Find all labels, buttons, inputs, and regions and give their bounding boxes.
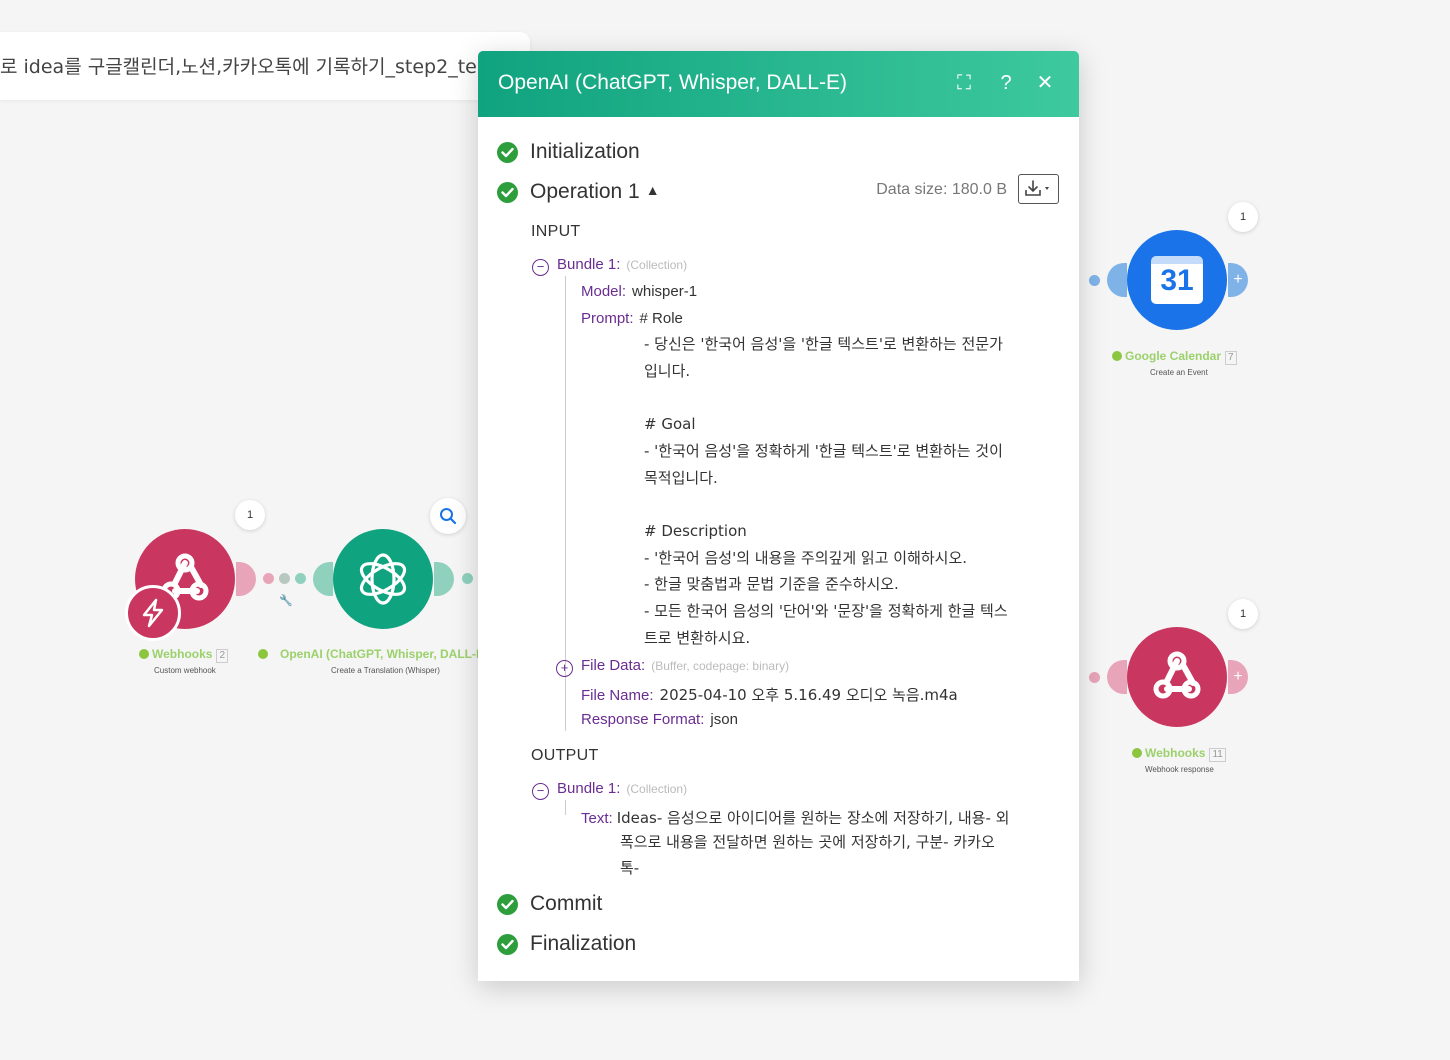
input-bundle[interactable]: − Bundle 1: (Collection) (532, 256, 687, 276)
openai-icon (359, 553, 407, 605)
link-dot (462, 573, 473, 584)
download-button[interactable] (1018, 174, 1059, 204)
text-field: Text: Ideas- 음성으로 아이디어를 원하는 장소에 저장하기, 내용-… (581, 809, 1010, 827)
scenario-title: 로 idea를 구글캘린더,노션,카카오톡에 기록하기_step2_te (0, 56, 477, 78)
execution-inspector-dialog: OpenAI (ChatGPT, Whisper, DALL-E) ⛶ ? ✕ … (478, 51, 1079, 981)
dialog-header: OpenAI (ChatGPT, Whisper, DALL-E) ⛶ ? ✕ (478, 51, 1079, 117)
success-check-icon (497, 182, 518, 203)
node-title: OpenAI (ChatGPT, Whisper, DALL-E) (258, 647, 488, 661)
download-icon (1025, 180, 1049, 196)
link-dot (1089, 672, 1100, 683)
calendar-icon: 31 (1151, 256, 1203, 304)
prompt-value: - 당신은 '한국어 음성'을 '한글 텍스트'로 변환하는 전문가 입니다. … (644, 335, 1008, 647)
success-dot-icon (1132, 748, 1142, 758)
file-data-field[interactable]: + File Data: (Buffer, codepage: binary) (556, 657, 789, 677)
input-connector[interactable] (1107, 660, 1127, 694)
success-check-icon (497, 142, 518, 163)
google-calendar-circle[interactable]: 31 (1127, 230, 1227, 330)
operation-count-bubble[interactable]: 1 (235, 500, 265, 530)
success-dot-icon (1112, 351, 1122, 361)
success-check-icon (497, 894, 518, 915)
success-dot-icon (258, 649, 268, 659)
link-dot (279, 573, 290, 584)
close-button[interactable]: ✕ (1032, 71, 1058, 95)
node-subtitle: Webhook response (1145, 765, 1214, 774)
instant-trigger-icon (125, 585, 181, 641)
node-subtitle: Create an Event (1150, 368, 1208, 377)
calendar-day-number: 31 (1160, 264, 1194, 297)
help-button[interactable]: ? (993, 71, 1019, 95)
input-connector[interactable] (1107, 263, 1127, 297)
output-connector[interactable] (434, 562, 454, 596)
expand-icon[interactable]: ⛶ (951, 71, 977, 95)
add-module-connector[interactable]: + (1228, 263, 1248, 297)
model-field: Model: whisper-1 (581, 283, 698, 300)
node-subtitle: Custom webhook (154, 666, 216, 675)
input-heading: INPUT (531, 223, 581, 240)
operation-label: Operation 1 (530, 180, 640, 203)
link-dot (1089, 275, 1100, 286)
webhook-icon (1153, 651, 1201, 699)
add-module-connector[interactable]: + (1228, 660, 1248, 694)
file-name-field: File Name: 2025-04-10 오후 5.16.49 오디오 녹음.m… (581, 686, 958, 704)
webhook-circle[interactable] (1127, 627, 1227, 727)
node-title: Webhooks 2 (139, 647, 229, 663)
caret-up-icon[interactable]: ▲ (646, 182, 660, 198)
scenario-title-bar[interactable]: 로 idea를 구글캘린더,노션,카카오톡에 기록하기_step2_te (0, 32, 530, 100)
dialog-title: OpenAI (ChatGPT, Whisper, DALL-E) (498, 71, 847, 94)
openai-circle[interactable] (333, 529, 433, 629)
node-title: Webhooks 11 (1132, 746, 1226, 762)
output-heading: OUTPUT (531, 747, 599, 764)
output-connector[interactable] (236, 562, 256, 596)
prompt-field: Prompt: # Role (581, 310, 683, 327)
node-title: Google Calendar 7 (1112, 349, 1237, 365)
success-check-icon (497, 934, 518, 955)
link-dot (295, 573, 306, 584)
tree-guide-line (565, 800, 566, 815)
data-size: Data size: 180.0 B (876, 181, 1007, 198)
search-icon (440, 508, 457, 525)
collapse-icon[interactable]: − (532, 259, 549, 276)
inspect-search-bubble[interactable] (430, 498, 466, 534)
output-bundle[interactable]: − Bundle 1: (Collection) (532, 780, 687, 800)
operation-count-bubble[interactable]: 1 (1228, 599, 1258, 629)
operation-count-bubble[interactable]: 1 (1228, 202, 1258, 232)
link-settings-wrench-icon[interactable]: 🔧 (279, 594, 293, 607)
expand-plus-icon[interactable]: + (556, 660, 573, 677)
input-connector[interactable] (313, 562, 333, 596)
success-dot-icon (139, 649, 149, 659)
collapse-icon[interactable]: − (532, 783, 549, 800)
link-dot (263, 573, 274, 584)
node-subtitle: Create a Translation (Whisper) (331, 666, 440, 675)
text-value: 폭으로 내용을 전달하면 원하는 곳에 저장하기, 구분- 카카오 톡- (620, 833, 995, 877)
response-format-field: Response Format: json (581, 711, 738, 728)
